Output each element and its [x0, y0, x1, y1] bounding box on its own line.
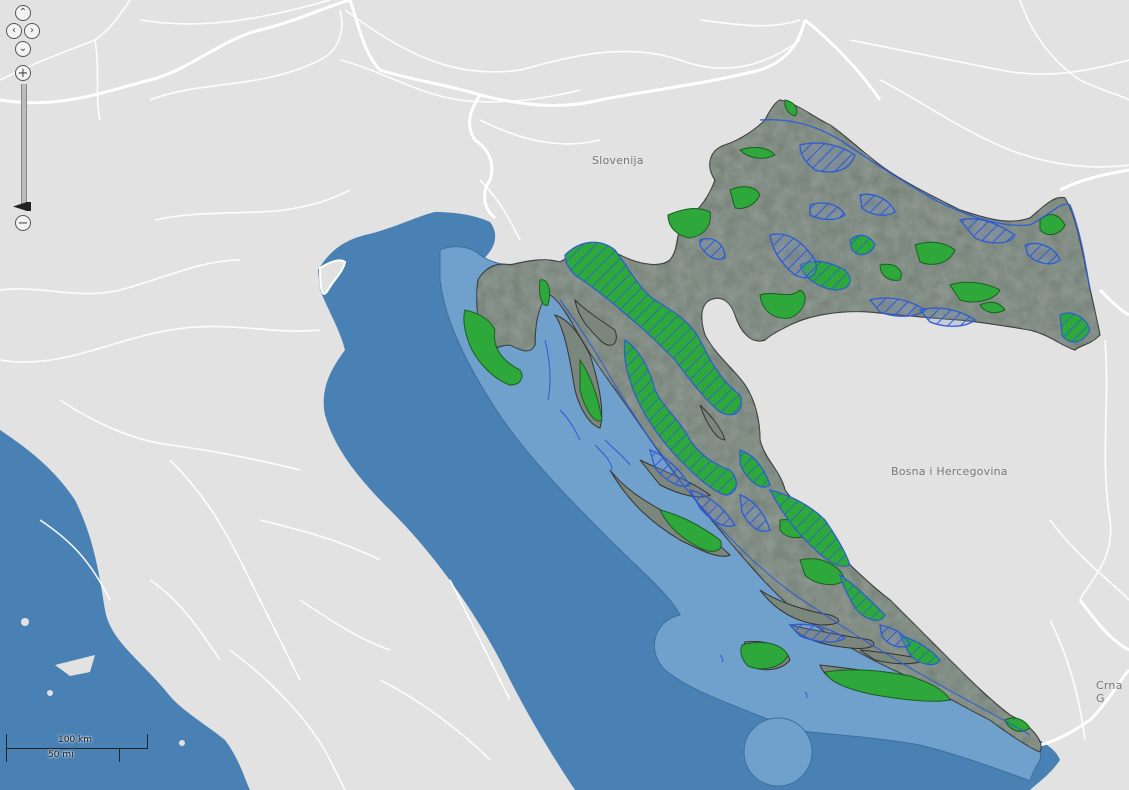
- zoom-slider-rail[interactable]: [21, 84, 27, 208]
- scale-mi-label: 50 mi: [48, 750, 74, 760]
- island: [47, 690, 53, 696]
- pan-down-icon[interactable]: ⌄: [15, 41, 31, 57]
- zoom-in-icon[interactable]: +: [15, 65, 31, 81]
- map-canvas[interactable]: [0, 0, 1129, 790]
- scale-bar: 100 km 50 mi: [6, 734, 152, 764]
- zoom-out-icon[interactable]: −: [15, 215, 31, 231]
- label-slovenia: Slovenija: [592, 154, 644, 167]
- island: [179, 740, 185, 746]
- pan-up-icon[interactable]: ⌃: [15, 5, 31, 21]
- scale-km-label: 100 km: [58, 735, 93, 745]
- zoom-slider-handle[interactable]: [13, 202, 33, 211]
- pan-right-icon[interactable]: ›: [24, 23, 40, 39]
- label-bosnia: Bosna i Hercegovina: [891, 465, 1008, 478]
- territorial-sea-islet: [743, 717, 813, 787]
- pan-left-icon[interactable]: ‹: [6, 23, 22, 39]
- label-montenegro: Crna G: [1096, 679, 1123, 705]
- island: [21, 618, 29, 626]
